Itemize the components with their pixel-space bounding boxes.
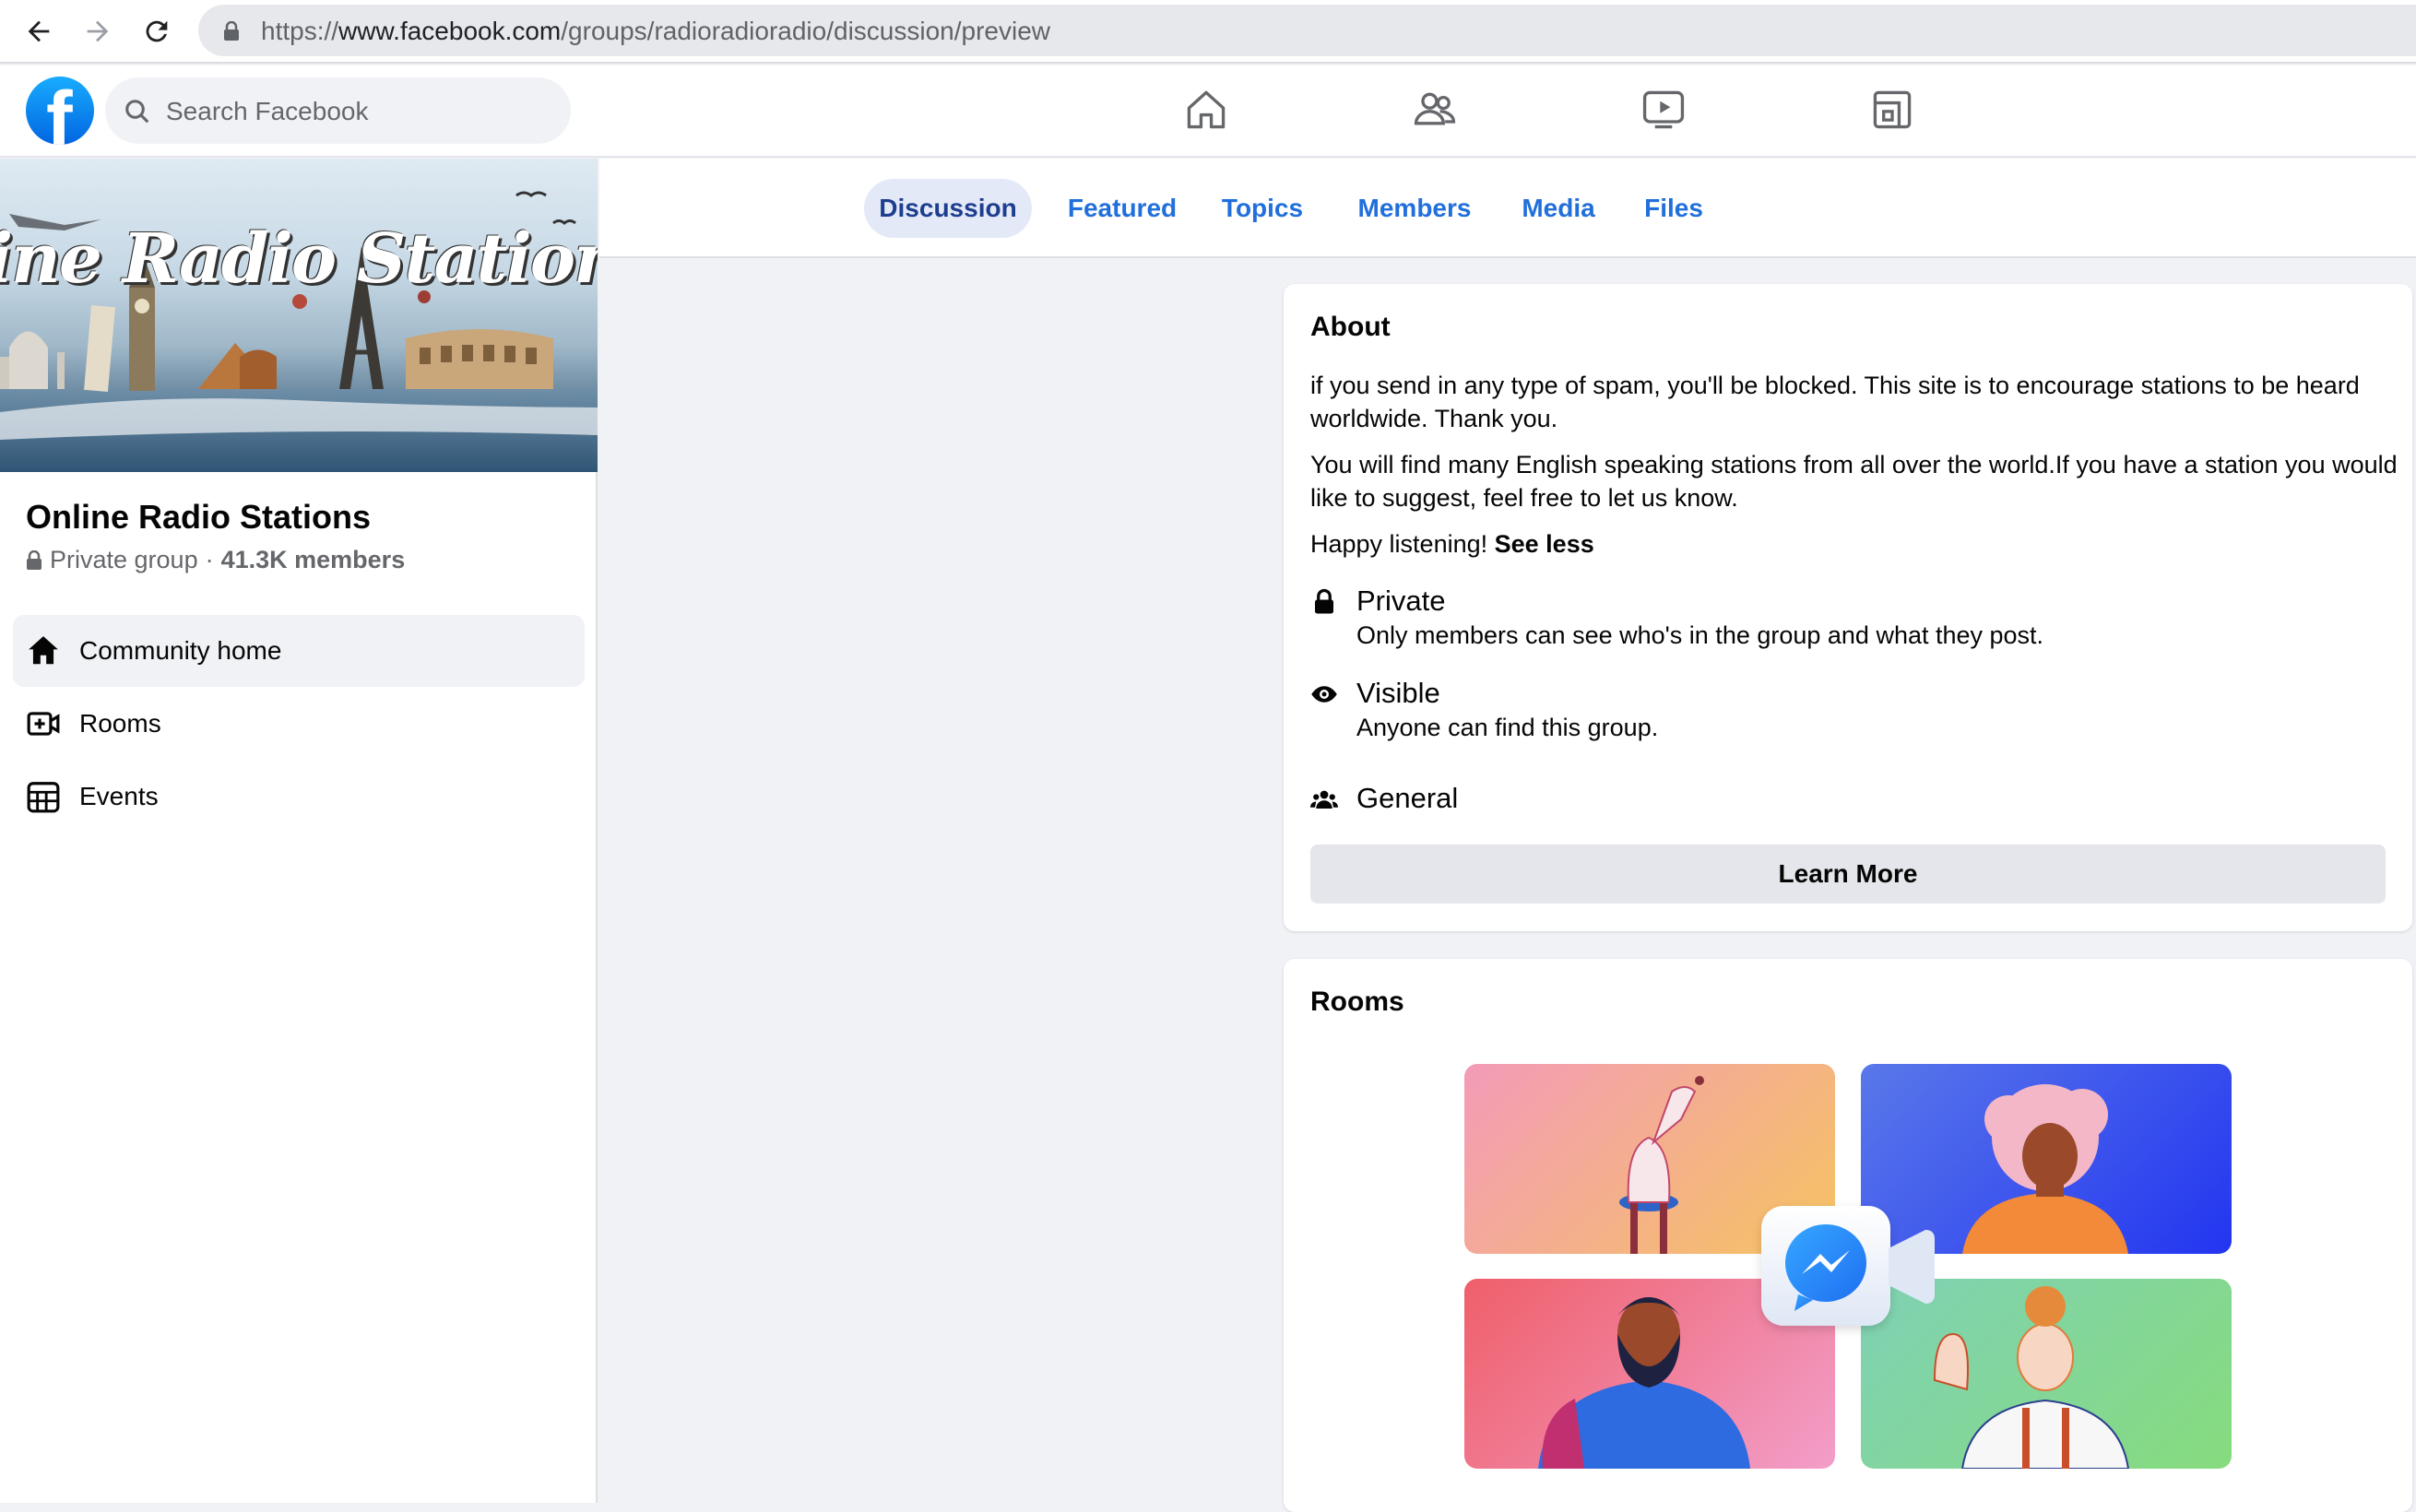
forward-button[interactable] [76, 9, 120, 53]
group-cover-photo[interactable]: ine Radio Stations of the Wor [0, 159, 598, 472]
home-icon [1187, 90, 1226, 129]
search-icon [125, 100, 149, 124]
lock-icon [27, 549, 41, 570]
facebook-header: f Search Facebook [0, 65, 2416, 158]
search-placeholder: Search Facebook [166, 97, 369, 125]
woman-illustration [1962, 1084, 2128, 1254]
about-card: About if you send in any type of spam, y… [1284, 284, 2412, 931]
back-arrow-icon [28, 20, 50, 42]
home-icon [29, 636, 58, 665]
room-illustration-woman [1861, 1064, 2232, 1254]
calendar-icon [27, 782, 60, 813]
rooms-title: Rooms [1310, 986, 1404, 1017]
cover-illustration [0, 191, 598, 472]
nav-watch[interactable] [1640, 86, 1688, 134]
sidebar-item-events[interactable]: Events [13, 761, 585, 833]
group-people-icon [1310, 790, 1338, 809]
messenger-icon [1785, 1224, 1866, 1311]
eye-icon [1311, 686, 1337, 703]
tab-topics[interactable]: Topics [1212, 179, 1313, 238]
rooms-card: Rooms [1284, 959, 2412, 1512]
about-paragraph-3: Happy listening! See less [1310, 530, 1594, 558]
group-name[interactable]: Online Radio Stations [26, 498, 371, 537]
url-text: https://www.facebook.com/groups/radiorad… [261, 17, 1050, 45]
tab-files[interactable]: Files [1632, 179, 1715, 238]
back-button[interactable] [17, 9, 61, 53]
group-tabs: Discussion Featured Topics Members Media… [599, 159, 2416, 258]
sidebar-item-label: Community home [79, 636, 282, 665]
nav-friends[interactable] [1411, 86, 1459, 134]
visibility-title: Visible [1356, 677, 1440, 709]
chef-illustration [1933, 1286, 2130, 1469]
sidebar-item-label: Rooms [79, 709, 161, 738]
sidebar-item-label: Events [79, 782, 159, 810]
browser-toolbar: https://www.facebook.com/groups/radiorad… [0, 0, 2416, 64]
visibility-description: Anyone can find this group. [1356, 714, 1659, 741]
tab-members[interactable]: Members [1350, 179, 1479, 238]
room-illustration-chef [1861, 1279, 2232, 1469]
facebook-logo[interactable]: f [26, 77, 94, 145]
messenger-rooms-badge [1761, 1206, 1935, 1326]
about-paragraph-2: You will find many English speaking stat… [1310, 451, 2398, 512]
learn-more-button[interactable]: Learn More [1310, 845, 2386, 904]
friends-icon [1414, 92, 1456, 125]
tab-discussion[interactable]: Discussion [864, 179, 1032, 238]
about-paragraph-1: if you send in any type of spam, you'll … [1310, 372, 2360, 432]
meta-separator: · [205, 546, 214, 573]
group-privacy: Private group [50, 546, 198, 573]
privacy-description: Only members can see who's in the group … [1356, 621, 2044, 649]
watch-icon [1642, 90, 1685, 129]
lock-icon [224, 21, 239, 41]
reload-icon [146, 20, 168, 42]
group-meta: Private group · 41.3K members [26, 546, 405, 574]
group-member-count[interactable]: 41.3K members [221, 546, 406, 574]
sidebar-item-rooms[interactable]: Rooms [13, 688, 585, 760]
address-bar[interactable]: https://www.facebook.com/groups/radiorad… [198, 5, 2416, 56]
see-less-link[interactable]: See less [1495, 530, 1594, 558]
sidebar-item-community-home[interactable]: Community home [13, 615, 585, 687]
forward-arrow-icon [87, 20, 109, 42]
tab-media[interactable]: Media [1508, 179, 1609, 238]
group-sidebar: ine Radio Stations of the Wor Online Rad… [0, 159, 598, 1503]
category-title: General [1356, 782, 1459, 814]
nav-home[interactable] [1182, 86, 1230, 134]
camera-lens-icon [1889, 1230, 1935, 1304]
lock-icon [1315, 588, 1333, 614]
reload-button[interactable] [135, 9, 179, 53]
tab-featured[interactable]: Featured [1058, 179, 1187, 238]
search-input[interactable]: Search Facebook [105, 77, 571, 144]
nav-gaming[interactable] [1868, 86, 1916, 134]
about-title: About [1310, 312, 1391, 342]
privacy-title: Private [1356, 585, 1446, 617]
gaming-icon [1873, 90, 1912, 129]
cover-title-text: ine Radio Stations of the Wor [0, 219, 598, 299]
video-add-icon [27, 712, 60, 736]
